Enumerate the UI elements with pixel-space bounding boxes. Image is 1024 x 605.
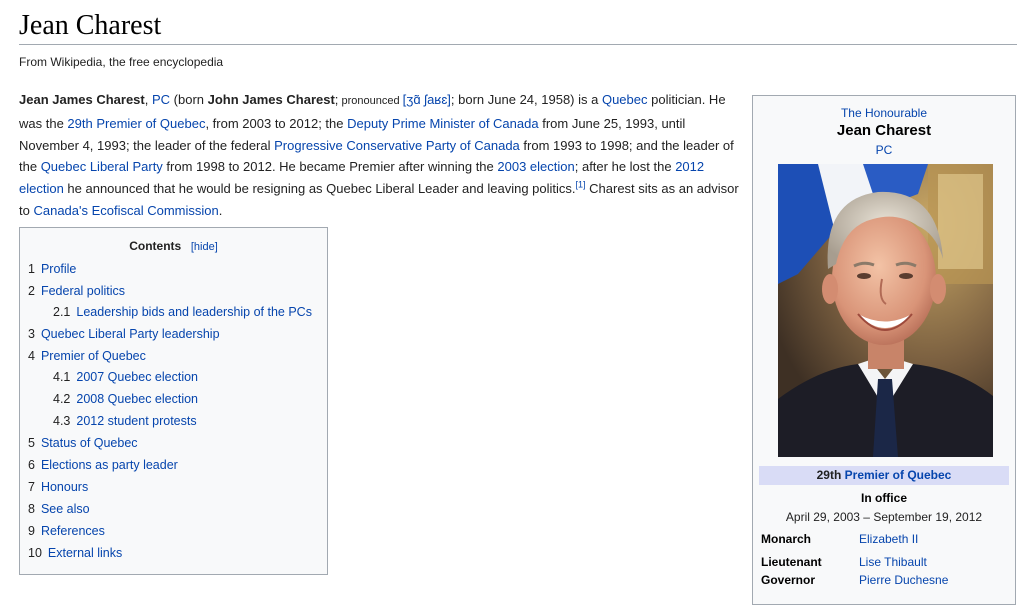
toc-item-link[interactable]: Profile xyxy=(41,262,76,276)
pronounced-label: pronounced xyxy=(338,95,403,107)
toc-item[interactable]: 2 Federal politics xyxy=(28,284,125,298)
pc-link[interactable]: PC xyxy=(152,92,170,107)
toc-item[interactable]: 5 Status of Quebec xyxy=(28,436,138,450)
ipa-link[interactable]: [ʒɑ̃ ʃaʁɛ] xyxy=(403,92,451,107)
deputy-pm-link[interactable]: Deputy Prime Minister of Canada xyxy=(347,116,538,131)
toc-item[interactable]: 10 External links xyxy=(28,546,122,560)
page-title: Jean Charest xyxy=(19,10,162,41)
lieutenant-governor-label-line1: Lieutenant xyxy=(761,555,822,569)
portrait-photo[interactable] xyxy=(778,164,993,457)
toc-item[interactable]: 7 Honours xyxy=(28,480,88,494)
monarch-link[interactable]: Elizabeth II xyxy=(859,532,918,546)
honorific-link[interactable]: The Honourable xyxy=(753,106,1015,120)
toc-item-number: 2 xyxy=(28,284,35,298)
birth-name: John James Charest xyxy=(207,92,335,107)
pc-party-link[interactable]: Progressive Conservative Party of Canada xyxy=(274,138,520,153)
premier-of-quebec-link[interactable]: 29th Premier of Quebec xyxy=(67,116,205,131)
toc-item[interactable]: 8 See also xyxy=(28,502,90,516)
subject-name: Jean James Charest xyxy=(19,92,145,107)
toc-item-number: 3 xyxy=(28,327,35,341)
toc-item[interactable]: 2.1 Leadership bids and leadership of the… xyxy=(53,305,312,319)
toc-item-number: 6 xyxy=(28,458,35,472)
toc-item-link[interactable]: References xyxy=(41,524,105,538)
toc-item[interactable]: 6 Elections as party leader xyxy=(28,458,178,472)
lieutenant-governor-link-1[interactable]: Lise Thibault xyxy=(859,555,927,569)
toc-item-number: 5 xyxy=(28,436,35,450)
toc-item-number: 1 xyxy=(28,262,35,276)
toc-item-link[interactable]: See also xyxy=(41,502,90,516)
infobox-name: Jean Charest xyxy=(836,122,932,139)
toc-item[interactable]: 9 References xyxy=(28,524,105,538)
toc-item-link[interactable]: Quebec Liberal Party leadership xyxy=(41,327,220,341)
title-divider xyxy=(19,44,1017,45)
election-2003-link[interactable]: 2003 election xyxy=(497,159,574,174)
toc-item-number: 2.1 xyxy=(53,305,71,319)
ecofiscal-link[interactable]: Canada's Ecofiscal Commission xyxy=(33,203,218,218)
portrait-image xyxy=(778,164,993,457)
toc-item-number: 8 xyxy=(28,502,35,516)
toc-item-link[interactable]: Elections as party leader xyxy=(41,458,178,472)
toc-item[interactable]: 4.2 2008 Quebec election xyxy=(53,392,198,406)
table-of-contents: Contents [hide] 1 Profile 2 Federal politic… xyxy=(19,227,328,575)
toc-item[interactable]: 1 Profile xyxy=(28,262,76,276)
reference-link[interactable]: [1] xyxy=(576,180,586,190)
toc-item[interactable]: 4.3 2012 student protests xyxy=(53,414,197,428)
toc-item-link[interactable]: Status of Quebec xyxy=(41,436,138,450)
toc-item-number: 10 xyxy=(28,546,42,560)
office-link[interactable]: Premier of Quebec xyxy=(845,468,952,482)
toc-header: Contents [hide] xyxy=(20,238,327,258)
toc-item-link[interactable]: Honours xyxy=(41,480,88,494)
toc-item-number: 4.3 xyxy=(53,414,71,428)
toc-item-link[interactable]: 2008 Quebec election xyxy=(76,392,198,406)
quebec-liberal-party-link[interactable]: Quebec Liberal Party xyxy=(41,159,163,174)
toc-item-number: 4.1 xyxy=(53,370,71,384)
toc-title: Contents xyxy=(129,239,182,253)
toc-item-link[interactable]: Leadership bids and leadership of the PC… xyxy=(76,305,312,319)
toc-item-number: 7 xyxy=(28,480,35,494)
toc-item-number: 4.2 xyxy=(53,392,71,406)
infobox: The Honourable Jean Charest PC 29th Prem… xyxy=(752,95,1016,605)
toc-item-link[interactable]: External links xyxy=(48,546,122,560)
lieutenant-governor-label-line2: Governor xyxy=(761,573,816,587)
toc-hide-link[interactable]: [hide] xyxy=(191,241,218,253)
quebec-link[interactable]: Quebec xyxy=(602,92,648,107)
office-header: 29th Premier of Quebec xyxy=(759,466,1009,485)
toc-item-number: 9 xyxy=(28,524,35,538)
site-tagline: From Wikipedia, the free encyclopedia xyxy=(19,55,224,69)
toc-item-link[interactable]: Premier of Quebec xyxy=(41,349,146,363)
term-dates: April 29, 2003 – September 19, 2012 xyxy=(785,510,983,524)
lead-paragraph: Jean James Charest, PC (born John James … xyxy=(19,92,739,218)
toc-item-link[interactable]: 2007 Quebec election xyxy=(76,370,198,384)
toc-item-link[interactable]: Federal politics xyxy=(41,284,125,298)
post-nominal-link[interactable]: PC xyxy=(753,143,1015,157)
toc-item-number: 4 xyxy=(28,349,35,363)
lieutenant-governor-link-2[interactable]: Pierre Duchesne xyxy=(859,573,948,587)
toc-item-link[interactable]: 2012 student protests xyxy=(76,414,196,428)
toc-item[interactable]: 4 Premier of Quebec xyxy=(28,349,146,363)
monarch-label: Monarch xyxy=(761,532,812,546)
toc-item[interactable]: 4.1 2007 Quebec election xyxy=(53,370,198,384)
toc-item[interactable]: 3 Quebec Liberal Party leadership xyxy=(28,327,220,341)
in-office-label: In office xyxy=(860,491,907,505)
